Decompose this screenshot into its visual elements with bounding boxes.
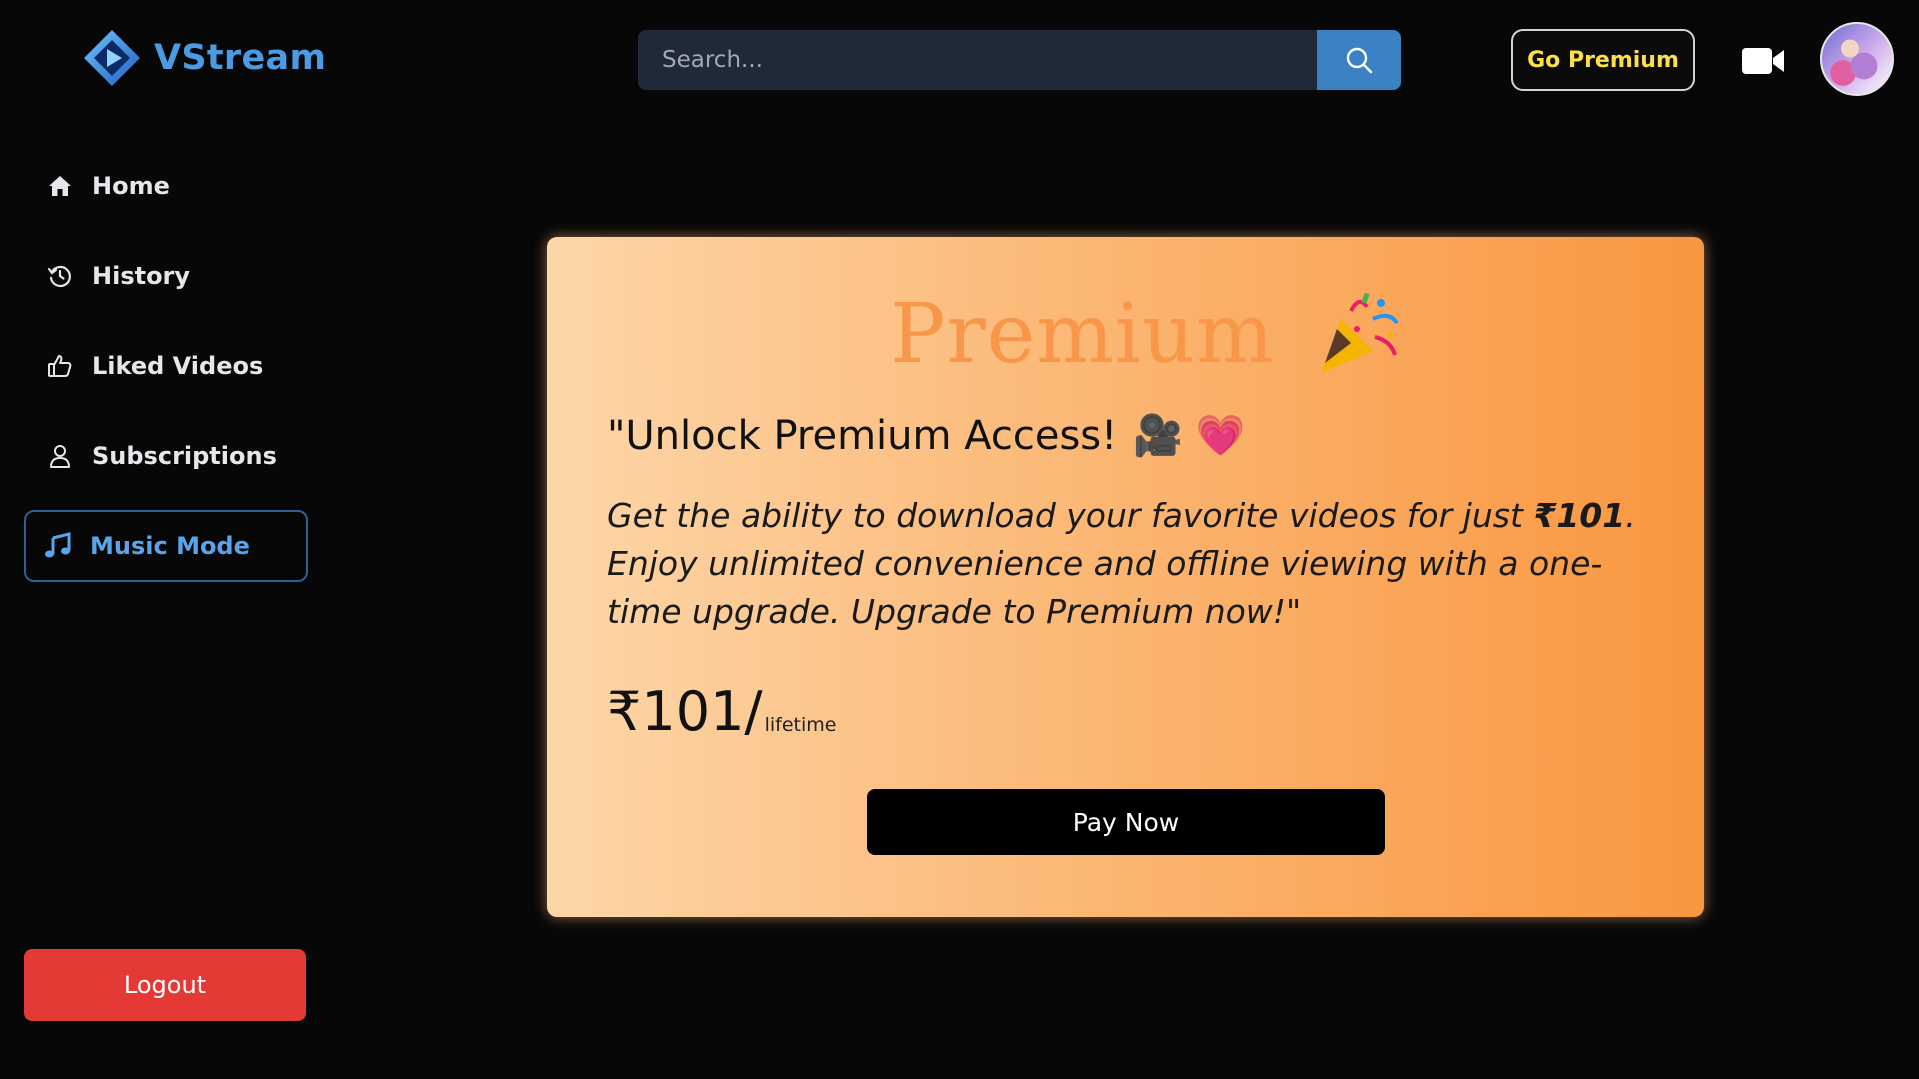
search-button[interactable] <box>1317 30 1401 90</box>
sidebar-item-label: Liked Videos <box>92 352 264 380</box>
price-period: lifetime <box>764 714 837 736</box>
sidebar-item-subscriptions[interactable]: Subscriptions <box>24 420 308 492</box>
user-avatar[interactable] <box>1820 22 1894 96</box>
sidebar-item-label: Music Mode <box>90 532 250 560</box>
pay-now-button[interactable]: Pay Now <box>867 789 1385 855</box>
app-name: VStream <box>154 38 327 78</box>
video-camera-icon <box>1742 48 1784 74</box>
description-price: ₹101 <box>1533 496 1626 535</box>
premium-title-row: Premium <box>547 287 1704 382</box>
premium-title: Premium <box>890 287 1275 382</box>
vstream-logo-icon <box>84 30 140 86</box>
app-root: VStream Go Premium Home <box>0 0 1919 1079</box>
search-input[interactable] <box>638 30 1317 90</box>
home-icon <box>46 172 74 200</box>
party-popper-icon <box>1320 292 1399 373</box>
sidebar-item-music-mode[interactable]: Music Mode <box>24 510 308 582</box>
search-icon <box>1346 47 1373 74</box>
sidebar-item-liked-videos[interactable]: Liked Videos <box>24 330 308 402</box>
search-bar <box>638 30 1401 90</box>
premium-headline: "Unlock Premium Access! 🎥 💗 <box>607 412 1246 460</box>
premium-price: ₹101/ lifetime <box>607 682 837 742</box>
premium-description: Get the ability to download your favorit… <box>607 492 1647 636</box>
premium-headline-text: "Unlock Premium Access! <box>607 412 1118 459</box>
sidebar: Home History Liked Videos Subscriptions … <box>24 150 308 600</box>
go-premium-button[interactable]: Go Premium <box>1511 29 1695 91</box>
sidebar-item-home[interactable]: Home <box>24 150 308 222</box>
sidebar-item-history[interactable]: History <box>24 240 308 312</box>
music-note-icon <box>44 532 72 560</box>
description-prefix: Get the ability to download your favorit… <box>607 496 1534 535</box>
headline-emojis: 🎥 💗 <box>1133 413 1246 459</box>
sidebar-item-label: History <box>92 262 191 290</box>
upload-video-button[interactable] <box>1740 42 1786 78</box>
logo[interactable]: VStream <box>80 26 326 90</box>
sidebar-item-label: Home <box>92 172 170 200</box>
logout-button[interactable]: Logout <box>24 949 306 1021</box>
sidebar-item-label: Subscriptions <box>92 442 277 470</box>
thumbs-up-icon <box>46 352 74 380</box>
premium-card: Premium "Unlock Premium Access! 🎥 💗 Get … <box>547 237 1704 917</box>
user-icon <box>46 442 74 470</box>
history-icon <box>46 262 74 290</box>
price-amount: ₹101/ <box>607 680 763 743</box>
